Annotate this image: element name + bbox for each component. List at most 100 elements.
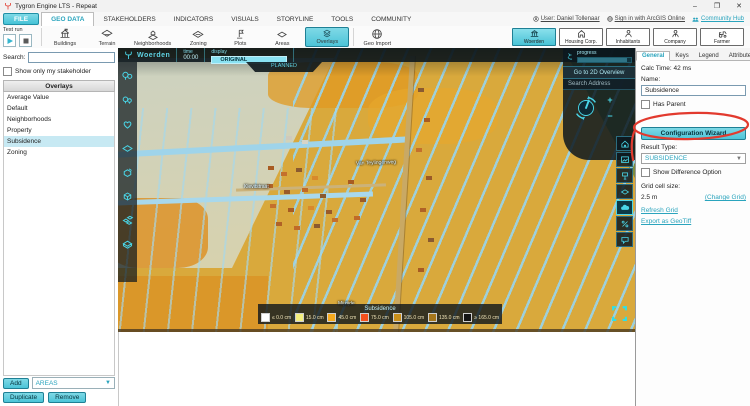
tool-overlays[interactable]: Overlays <box>305 27 349 47</box>
go-to-2d-overview-button[interactable]: Go to 2D Overview <box>563 66 635 79</box>
refresh-grid-link[interactable]: Refresh Grid <box>641 207 678 214</box>
stakeholder-woerden[interactable]: Woerden <box>512 28 556 46</box>
overlays-list-header: Overlays <box>3 80 115 92</box>
tygron-map-logo-icon <box>124 50 133 60</box>
tab-geo-data[interactable]: GEO DATA <box>41 12 94 26</box>
tool-geo-import[interactable]: Geo Import <box>356 26 398 48</box>
search-input[interactable] <box>28 52 115 63</box>
box-icon[interactable] <box>121 190 134 203</box>
result-type-dropdown[interactable]: SUBSIDENCE ▼ <box>641 153 746 164</box>
tab-attributes[interactable]: Attributes <box>724 52 750 60</box>
app-window: Tygron Engine LTS - Repeat – ❐ ✕ FILE GE… <box>0 0 750 406</box>
tab-tools[interactable]: TOOLS <box>322 12 362 26</box>
tool-buildings[interactable]: Buildings <box>44 26 86 48</box>
show-difference-checkbox[interactable] <box>641 168 650 177</box>
file-menu-button[interactable]: FILE <box>3 13 39 25</box>
stakeholder-filter-checkbox[interactable] <box>3 67 12 76</box>
legend-swatch <box>261 313 270 322</box>
tab-community[interactable]: COMMUNITY <box>362 12 420 26</box>
result-type-label: Result Type: <box>641 144 746 151</box>
grid-cell-size-label: Grid cell size: <box>641 183 746 190</box>
billboard-button[interactable] <box>616 168 633 183</box>
list-item-neighborhoods[interactable]: Neighborhoods <box>4 114 114 125</box>
tab-keys[interactable]: Keys <box>670 52 693 60</box>
legend-entry: 105.0 cm <box>393 313 425 322</box>
export-geotiff-link[interactable]: Export as GeoTiff <box>641 218 691 225</box>
stakeholder-inhabitants[interactable]: Inhabitants <box>606 28 650 46</box>
street-label: Kievitstraat <box>244 184 269 190</box>
zoom-in-button[interactable]: + <box>605 96 615 104</box>
tool-neighborhoods[interactable]: Neighborhoods <box>128 26 177 48</box>
add-type-dropdown[interactable]: AREAS ▼ <box>32 377 115 389</box>
minimize-icon[interactable]: – <box>684 0 706 12</box>
image-icon <box>620 155 630 165</box>
toolbar-separator <box>41 28 42 46</box>
fullscreen-button[interactable] <box>611 305 628 322</box>
stakeholder-farmer[interactable]: Farmer <box>700 28 744 46</box>
zoom-out-button[interactable]: − <box>605 112 615 120</box>
tile-icon[interactable] <box>121 142 134 155</box>
stop-button[interactable] <box>19 34 32 47</box>
configuration-wizard-button[interactable]: Configuration Wizard <box>641 127 746 140</box>
edit-box-icon[interactable] <box>121 166 134 179</box>
map-3d-viewport[interactable]: Van Teylingenweg Kievitstraat Mijzijde W… <box>118 48 635 332</box>
map-top-hud: Woerden time 00:00 display ORIGINAL <box>118 48 635 62</box>
tool-plots[interactable]: Plots <box>219 26 261 48</box>
name-input[interactable]: Subsidence <box>641 85 746 96</box>
balloons-small-icon[interactable] <box>121 94 134 107</box>
heart-icon[interactable] <box>121 118 134 131</box>
flat-panel-icon[interactable] <box>121 238 134 251</box>
play-icon <box>6 37 14 45</box>
home-view-button[interactable] <box>616 136 633 151</box>
screenshot-button[interactable] <box>616 152 633 167</box>
tab-legend[interactable]: Legend <box>694 52 724 60</box>
maximize-icon[interactable]: ❐ <box>706 0 728 12</box>
list-item-zoning[interactable]: Zoning <box>4 147 114 158</box>
weather-overlay-button[interactable] <box>616 200 633 215</box>
ribbon-toolbar: Test run Buildings Terrain Neighborhoods <box>0 26 750 49</box>
list-item-property[interactable]: Property <box>4 125 114 136</box>
layers-button[interactable] <box>616 184 633 199</box>
tab-indicators[interactable]: INDICATORS <box>165 12 223 26</box>
change-grid-link[interactable]: (Change Grid) <box>705 194 746 201</box>
stakeholder-housing-corp[interactable]: Housing Corp. <box>559 28 603 46</box>
legend-entry: ≥ 165.0 cm <box>463 313 499 322</box>
list-item-default[interactable]: Default <box>4 103 114 114</box>
list-item-subsidence[interactable]: Subsidence <box>4 136 114 147</box>
tab-stakeholders[interactable]: STAKEHOLDERS <box>94 12 164 26</box>
compass-control[interactable] <box>571 93 601 123</box>
close-icon[interactable]: ✕ <box>728 0 750 12</box>
legend-entry: 135.0 cm <box>428 313 460 322</box>
tractor-icon <box>717 29 728 39</box>
home-icon <box>620 139 630 149</box>
remove-button[interactable]: Remove <box>48 392 86 403</box>
name-label: Name: <box>641 76 746 83</box>
blocks-icon[interactable] <box>121 214 134 227</box>
business-person-icon <box>670 29 681 39</box>
display-planned-toggle[interactable]: PLANNED <box>246 63 322 69</box>
display-planned-container: PLANNED <box>246 62 322 72</box>
window-title: Tygron Engine LTS - Repeat <box>15 3 97 10</box>
tool-terrain[interactable]: Terrain <box>86 26 128 48</box>
legend-swatch <box>428 313 437 322</box>
indicator-button[interactable] <box>616 216 633 231</box>
tool-zoning[interactable]: Zoning <box>177 26 219 48</box>
chat-button[interactable] <box>616 232 633 247</box>
legend-entry: 45.0 cm <box>327 313 356 322</box>
map-location-label: Woerden <box>137 52 170 59</box>
tab-storyline[interactable]: STORYLINE <box>268 12 323 26</box>
search-address-input[interactable]: Search Address <box>563 79 635 90</box>
add-button[interactable]: Add <box>3 378 29 389</box>
tab-general[interactable]: General <box>636 51 670 61</box>
arcgis-signin-link[interactable]: Sign in with ArcGIS Online <box>607 16 685 22</box>
community-hub-link[interactable]: Community Hub <box>692 16 744 23</box>
tool-areas[interactable]: Areas <box>261 26 303 48</box>
play-button[interactable] <box>3 34 16 47</box>
stakeholder-company[interactable]: Company <box>653 28 697 46</box>
tab-visuals[interactable]: VISUALS <box>222 12 267 26</box>
duplicate-button[interactable]: Duplicate <box>3 392 44 403</box>
balloons-icon[interactable] <box>121 70 134 83</box>
list-item-average-value[interactable]: Average Value <box>4 92 114 103</box>
has-parent-checkbox[interactable] <box>641 100 650 109</box>
user-account-link[interactable]: User: Daniel Tollenaar <box>533 16 600 22</box>
